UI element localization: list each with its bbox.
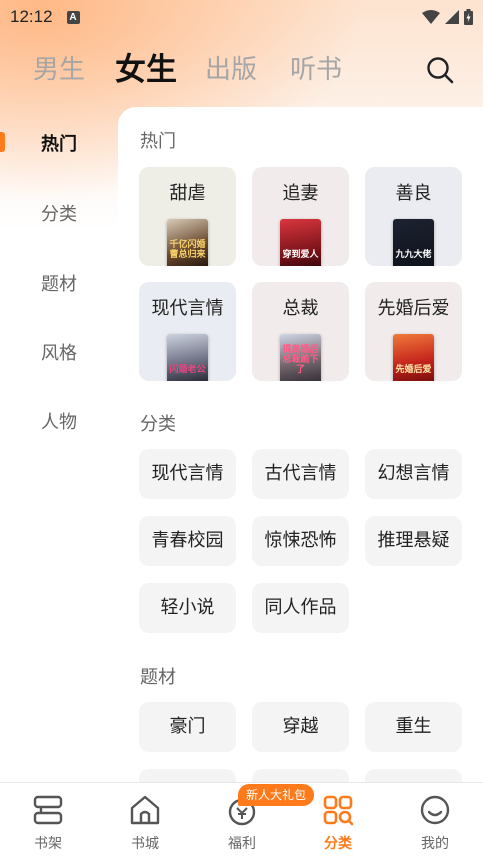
book-cover-title: 提离婚后 总裁跪下了	[282, 345, 319, 375]
profile-icon	[420, 795, 450, 825]
book-cover-title: 穿到爱人	[282, 250, 319, 260]
bookshelf-icon	[33, 795, 63, 825]
theme-tag[interactable]: 穿越	[252, 702, 349, 752]
status-time: 12:12	[10, 7, 53, 26]
category-tag[interactable]: 同人作品	[252, 583, 349, 633]
category-tag[interactable]: 推理悬疑	[365, 516, 462, 566]
theme-tag[interactable]: 豪门	[139, 702, 236, 752]
sidebar-item-category[interactable]: 分类	[0, 200, 118, 226]
hot-card-kind[interactable]: 善良 九九大佬	[365, 167, 462, 266]
category-tag[interactable]: 青春校园	[139, 516, 236, 566]
battery-icon	[464, 9, 473, 25]
nav-profile[interactable]: 我的	[387, 783, 483, 858]
category-tag[interactable]: 现代言情	[139, 449, 236, 499]
notification-badge-icon: A	[66, 10, 80, 24]
category-tag[interactable]: 古代言情	[252, 449, 349, 499]
section-title-hot: 热门	[140, 131, 176, 152]
book-cover-image: 先婚后爱	[393, 334, 434, 381]
nav-label: 福利	[228, 836, 256, 852]
search-icon[interactable]	[424, 54, 456, 86]
category-tag[interactable]: 轻小说	[139, 583, 236, 633]
nav-bookshelf[interactable]: 书架	[0, 783, 96, 858]
nav-label: 书城	[131, 836, 159, 852]
gift-badge[interactable]: 新人大礼包	[238, 784, 315, 806]
sidebar-item-style[interactable]: 风格	[0, 339, 118, 365]
sidebar-item-theme[interactable]: 题材	[0, 270, 118, 296]
category-tag[interactable]: 幻想言情	[365, 449, 462, 499]
status-icons	[422, 9, 473, 25]
tab-audiobook[interactable]: 听书	[290, 44, 342, 96]
book-cover-image: 千亿闪婚 曹总归来	[167, 219, 208, 266]
hot-card-label: 善良	[395, 183, 432, 204]
content-panel: 热门 甜虐 千亿闪婚 曹总归来 追妻 穿到爱人 善良 九九大佬 现代言情 闪婚老…	[118, 107, 483, 797]
book-cover-image: 九九大佬	[393, 219, 434, 266]
hot-card-sweet-angst[interactable]: 甜虐 千亿闪婚 曹总归来	[139, 167, 236, 266]
bookstore-icon	[130, 795, 160, 825]
hot-card-modern-romance[interactable]: 现代言情 闪婚老公	[139, 282, 236, 381]
hot-card-label: 甜虐	[169, 183, 206, 204]
signal-icon	[445, 10, 459, 24]
book-cover-title: 千亿闪婚 曹总归来	[169, 240, 206, 260]
hot-card-ceo[interactable]: 总裁 提离婚后 总裁跪下了	[252, 282, 349, 381]
category-icon	[323, 795, 354, 826]
status-bar: 12:12 A	[0, 0, 483, 34]
book-cover-image: 闪婚老公	[167, 334, 208, 381]
book-cover-title: 先婚后爱	[395, 365, 432, 375]
hot-card-chase-wife[interactable]: 追妻 穿到爱人	[252, 167, 349, 266]
sidebar-item-hot[interactable]: 热门	[0, 130, 118, 156]
book-cover-title: 九九大佬	[395, 250, 432, 260]
sidebar-item-character[interactable]: 人物	[0, 408, 118, 434]
theme-tag[interactable]: 重生	[365, 702, 462, 752]
book-cover-title: 闪婚老公	[169, 365, 206, 375]
book-cover-image: 穿到爱人	[280, 219, 321, 266]
category-tag[interactable]: 惊悚恐怖	[252, 516, 349, 566]
top-tabs: 男生 女生 出版 听书	[0, 44, 483, 96]
section-title-category: 分类	[140, 414, 176, 435]
nav-label: 书架	[34, 836, 62, 852]
nav-label: 我的	[421, 836, 449, 852]
hot-card-label: 总裁	[282, 298, 319, 319]
wifi-icon	[422, 10, 440, 24]
hot-card-marriage-first[interactable]: 先婚后爱 先婚后爱	[365, 282, 462, 381]
tab-male[interactable]: 男生	[33, 44, 85, 96]
nav-bookstore[interactable]: 书城	[97, 783, 193, 858]
book-cover-image: 提离婚后 总裁跪下了	[280, 334, 321, 381]
hot-card-label: 先婚后爱	[377, 298, 450, 319]
nav-label: 分类	[324, 836, 352, 852]
tab-female[interactable]: 女生	[115, 44, 177, 96]
section-title-theme: 题材	[140, 667, 176, 688]
hot-card-label: 现代言情	[151, 298, 224, 319]
tab-publish[interactable]: 出版	[205, 44, 257, 96]
hot-card-label: 追妻	[282, 183, 319, 204]
